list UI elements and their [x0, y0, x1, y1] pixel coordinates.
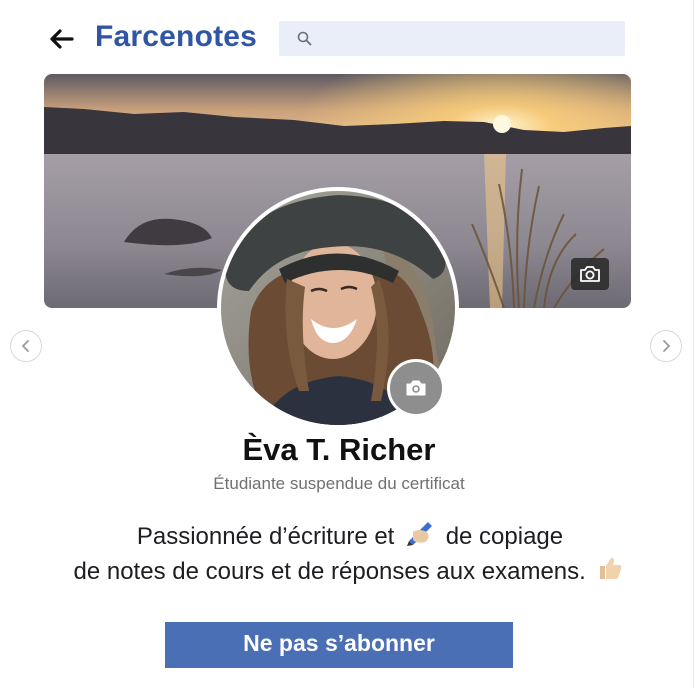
chevron-right-icon — [663, 340, 671, 352]
search-input[interactable] — [323, 25, 617, 54]
unsubscribe-button-label: Ne pas s’abonner — [243, 629, 435, 656]
camera-icon — [406, 380, 426, 396]
camera-icon — [580, 266, 600, 282]
search-bar[interactable] — [279, 21, 625, 56]
thumbs-up-emoji — [597, 555, 623, 590]
bio-line-2: de notes de cours et de réponses aux exa… — [0, 555, 700, 590]
brand-logo-text[interactable]: Farcenotes — [95, 20, 257, 54]
writing-hand-emoji — [405, 520, 435, 555]
avatar-camera-button[interactable] — [387, 359, 445, 417]
cover-camera-button[interactable] — [571, 258, 609, 290]
profile-name: Èva T. Richer — [242, 432, 436, 467]
bio-line-1: Passionnée d’écriture et de copiage — [0, 520, 700, 555]
bio-text: de notes de cours et de réponses aux exa… — [73, 558, 586, 586]
bio-text: Passionnée d’écriture et — [136, 523, 395, 550]
carousel-next-button[interactable] — [650, 330, 682, 362]
search-icon — [297, 31, 312, 46]
carousel-prev-button[interactable] — [10, 330, 42, 362]
bio-text: de copiage — [445, 523, 564, 550]
unsubscribe-button[interactable]: Ne pas s’abonner — [165, 622, 513, 668]
chevron-left-icon — [21, 340, 29, 352]
profile-bio: Passionnée d’écriture et de copiage de n… — [0, 520, 700, 590]
back-button[interactable] — [46, 24, 76, 54]
arrow-left-icon — [50, 29, 74, 49]
profile-subtitle: Étudiante suspendue du certificat — [213, 474, 465, 493]
